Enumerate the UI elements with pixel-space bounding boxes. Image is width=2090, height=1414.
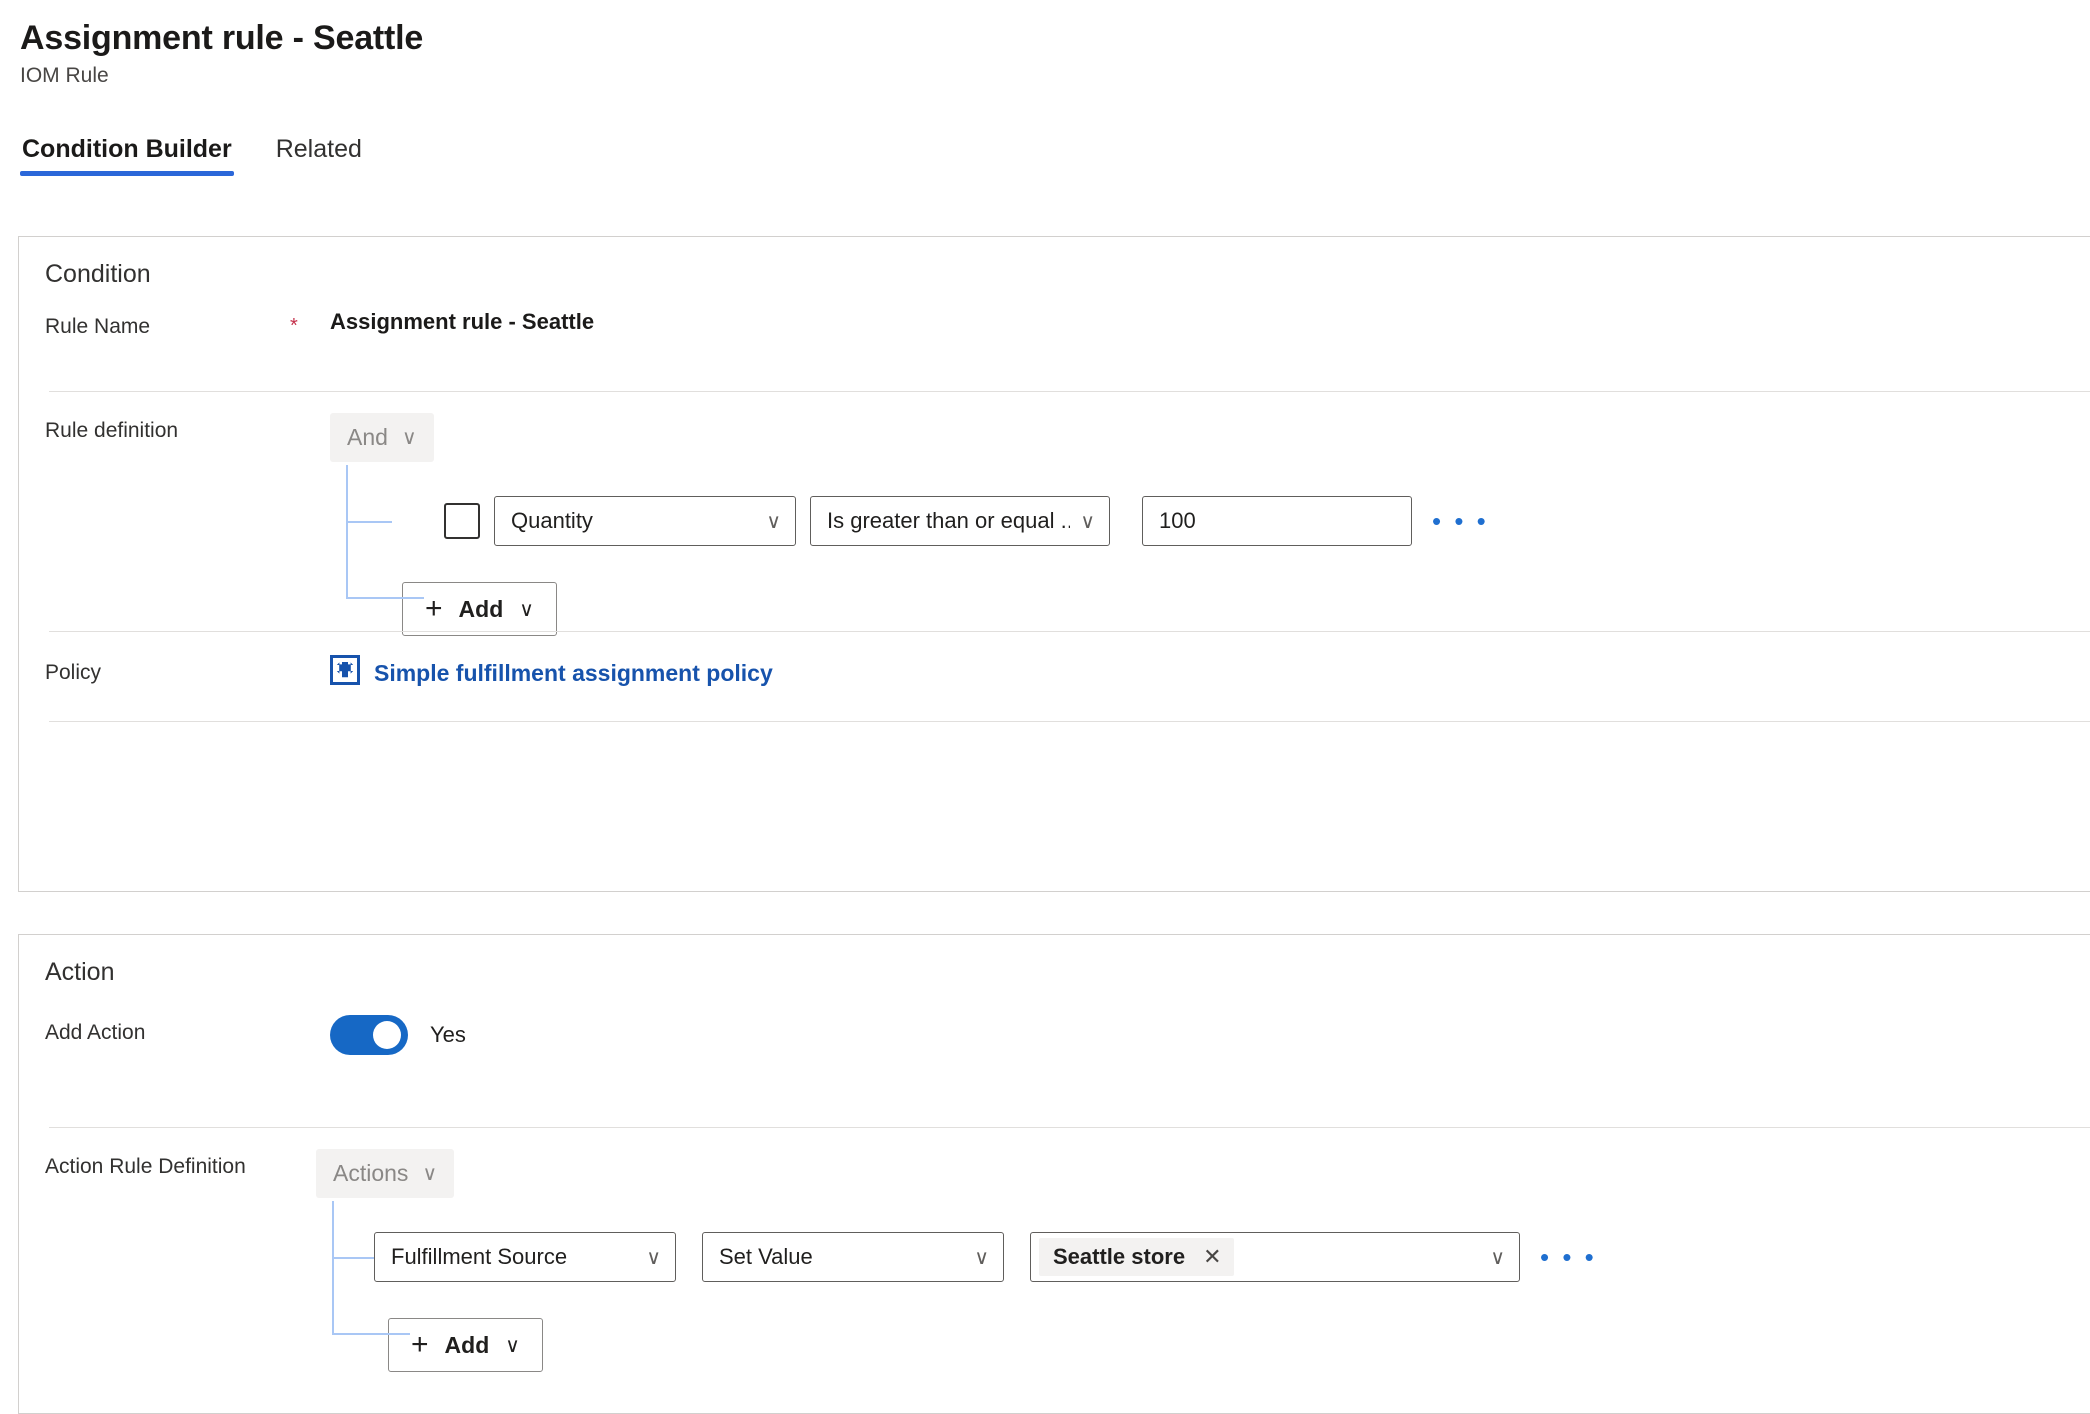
action-rule-builder: Actions ∨ Fulfillment Source ∨ Set Value… xyxy=(316,1149,2090,1372)
condition-value-text: 100 xyxy=(1159,508,1196,533)
action-attribute-value: Fulfillment Source xyxy=(391,1244,568,1269)
tree-vertical-line xyxy=(332,1201,334,1335)
tab-related-label: Related xyxy=(275,135,362,164)
condition-section-title: Condition xyxy=(45,260,151,288)
rule-definition-required-spacer xyxy=(290,413,330,420)
condition-add-button[interactable]: + Add ∨ xyxy=(402,582,557,636)
rule-definition-row: Rule definition And ∨ Quantity ∨ Is grea… xyxy=(19,391,2090,636)
action-value-chip: Seattle store ✕ xyxy=(1039,1237,1234,1277)
action-group-operator-value: Actions xyxy=(333,1160,409,1186)
tree-vertical-line xyxy=(346,465,348,599)
action-attribute-dropdown[interactable]: Fulfillment Source ∨ xyxy=(374,1232,676,1282)
row-divider xyxy=(49,721,2090,722)
row-divider xyxy=(49,1127,2090,1128)
condition-value-input[interactable]: 100 xyxy=(1142,496,1412,546)
condition-group-operator-value: And xyxy=(347,424,388,450)
tab-strip: Condition Builder Related xyxy=(20,128,2090,177)
chevron-down-icon: ∨ xyxy=(401,427,417,449)
policy-row: Policy Simple fulfillment assignment pol… xyxy=(19,631,2090,721)
condition-attribute-value: Quantity xyxy=(511,508,593,533)
tab-related[interactable]: Related xyxy=(274,134,364,176)
add-action-toggle[interactable] xyxy=(330,1015,408,1055)
action-value-chip-container: Seattle store ✕ xyxy=(1039,1237,1480,1277)
policy-required-spacer xyxy=(290,655,330,662)
rule-name-required-marker: * xyxy=(290,315,298,337)
toggle-knob xyxy=(373,1021,401,1049)
action-rule-definition-row: Action Rule Definition Actions ∨ Fulfill… xyxy=(19,1127,2090,1387)
action-value-chip-label: Seattle store xyxy=(1053,1243,1186,1269)
tab-condition-builder-label: Condition Builder xyxy=(22,135,232,164)
action-add-label: Add xyxy=(444,1331,490,1358)
action-value-multiselect[interactable]: Seattle store ✕ ∨ xyxy=(1030,1232,1520,1282)
action-operator-dropdown[interactable]: Set Value ∨ xyxy=(702,1232,1004,1282)
condition-add-label: Add xyxy=(458,595,504,622)
action-rule-required-spacer xyxy=(260,1149,300,1156)
action-operator-value: Set Value xyxy=(719,1244,813,1269)
action-rule-definition-label: Action Rule Definition xyxy=(45,1155,246,1178)
action-add-button[interactable]: + Add ∨ xyxy=(388,1318,543,1372)
condition-overflow-menu-button[interactable]: • • • xyxy=(1426,508,1495,534)
chevron-down-icon: ∨ xyxy=(422,1163,438,1185)
condition-group-operator-dropdown[interactable]: And ∨ xyxy=(330,413,434,462)
policy-link-text: Simple fulfillment assignment policy xyxy=(374,659,773,686)
rule-name-row: Rule Name * Assignment rule - Seattle xyxy=(19,309,2090,391)
page-title: Assignment rule - Seattle xyxy=(20,19,424,57)
row-divider xyxy=(49,631,2090,632)
chevron-down-icon: ∨ xyxy=(766,510,781,533)
page-subtitle: IOM Rule xyxy=(20,64,109,88)
policy-label: Policy xyxy=(45,661,102,684)
chevron-down-icon: ∨ xyxy=(505,1334,520,1357)
close-icon[interactable]: ✕ xyxy=(1203,1245,1221,1268)
add-action-label: Add Action xyxy=(45,1021,146,1044)
action-group-operator-dropdown[interactable]: Actions ∨ xyxy=(316,1149,455,1198)
chevron-down-icon: ∨ xyxy=(519,598,534,621)
action-clause-row: Fulfillment Source ∨ Set Value ∨ Seattle… xyxy=(374,1232,2090,1282)
chevron-down-icon: ∨ xyxy=(646,1246,661,1269)
rule-name-label: Rule Name xyxy=(45,315,151,338)
policy-icon xyxy=(330,655,360,691)
policy-row-footer xyxy=(19,721,2090,731)
chevron-down-icon: ∨ xyxy=(974,1246,989,1269)
rule-definition-builder: And ∨ Quantity ∨ Is greater than or equa… xyxy=(330,413,2090,636)
add-action-toggle-wrapper: Yes xyxy=(330,1015,466,1055)
chevron-down-icon: ∨ xyxy=(1080,510,1095,533)
tree-branch-clause xyxy=(346,521,392,523)
add-action-toggle-state: Yes xyxy=(430,1022,466,1047)
plus-icon: + xyxy=(425,592,443,625)
action-overflow-menu-button[interactable]: • • • xyxy=(1534,1244,1603,1270)
condition-operator-dropdown[interactable]: Is greater than or equal ... ∨ xyxy=(810,496,1110,546)
action-card: Action Add Action Yes Action Rule Defini… xyxy=(18,934,2090,1414)
add-action-required-spacer xyxy=(290,1015,330,1022)
rule-name-value: Assignment rule - Seattle xyxy=(330,309,595,334)
action-section-title: Action xyxy=(45,958,115,986)
chevron-down-icon: ∨ xyxy=(1490,1246,1505,1269)
rule-definition-label: Rule definition xyxy=(45,419,179,442)
tree-branch-clause xyxy=(332,1257,378,1259)
add-action-row: Add Action Yes xyxy=(19,1015,2090,1127)
policy-link[interactable]: Simple fulfillment assignment policy xyxy=(330,655,773,691)
tab-condition-builder[interactable]: Condition Builder xyxy=(20,134,234,177)
plus-icon: + xyxy=(411,1328,429,1361)
condition-clause-row: Quantity ∨ Is greater than or equal ... … xyxy=(444,496,2090,546)
row-divider xyxy=(49,391,2090,392)
condition-operator-value: Is greater than or equal ... xyxy=(827,508,1071,533)
condition-card: Condition Rule Name * Assignment rule - … xyxy=(18,236,2090,892)
condition-clause-checkbox[interactable] xyxy=(444,503,480,539)
condition-attribute-dropdown[interactable]: Quantity ∨ xyxy=(494,496,796,546)
page-header: Assignment rule - Seattle IOM Rule xyxy=(0,0,2090,88)
